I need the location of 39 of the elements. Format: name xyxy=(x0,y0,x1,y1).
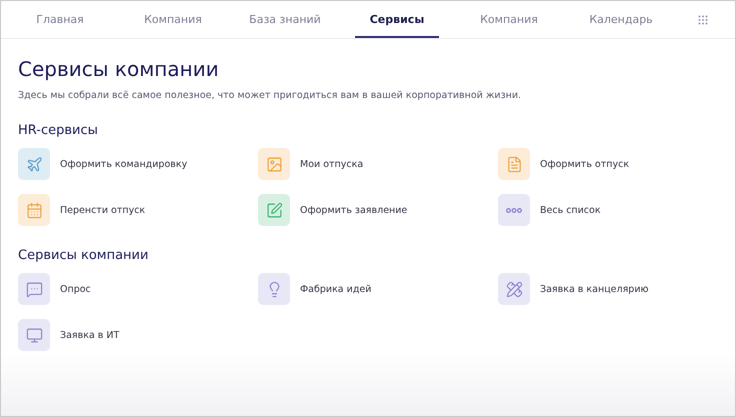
nav-tab[interactable]: Сервисы xyxy=(355,1,439,38)
service-link[interactable]: Заявка в ИТ xyxy=(60,330,120,340)
dots-icon xyxy=(506,208,522,212)
calendar-icon xyxy=(26,202,42,218)
service-tile[interactable] xyxy=(498,273,530,305)
service-tile[interactable] xyxy=(18,273,50,305)
nav-tab[interactable]: Календарь xyxy=(565,1,677,38)
monitor-icon xyxy=(26,326,42,344)
service-link[interactable]: Мои отпуска xyxy=(300,158,364,170)
service-tile[interactable] xyxy=(498,148,530,180)
service-link[interactable]: Опрос xyxy=(60,284,91,294)
section-title: Сервисы компании xyxy=(18,248,150,263)
nav-tab[interactable]: Главная xyxy=(3,1,117,38)
plane-icon xyxy=(26,156,42,172)
nav-tab[interactable]: База знаний xyxy=(229,1,341,38)
service-tile[interactable] xyxy=(258,194,290,226)
service-link[interactable]: Перенсти отпуск xyxy=(60,204,146,216)
service-tile[interactable] xyxy=(498,194,530,226)
service-tile[interactable] xyxy=(258,273,290,305)
service-link[interactable]: Оформить отпуск xyxy=(540,158,630,170)
service-tile[interactable] xyxy=(18,194,50,226)
section-title: HR-сервисы xyxy=(18,123,99,138)
document-icon xyxy=(506,156,522,172)
picture-icon xyxy=(266,156,282,172)
service-tile[interactable] xyxy=(18,319,50,351)
pencil-ruler-icon xyxy=(506,280,522,298)
service-tile[interactable] xyxy=(258,148,290,180)
nav-tab[interactable]: Компания xyxy=(117,1,229,38)
page-title: Сервисы компании xyxy=(18,57,220,81)
service-link[interactable]: Фабрика идей xyxy=(300,284,372,294)
service-link[interactable]: Оформить командировку xyxy=(60,158,188,170)
service-link[interactable]: Весь список xyxy=(540,204,601,216)
page-subtitle: Здесь мы собрали всё самое полезное, что может пригодиться вам в вашей корпоративной жизни. xyxy=(18,90,522,101)
chat-icon xyxy=(26,280,42,298)
nav-tab[interactable]: Компания xyxy=(453,1,565,38)
pencil-square-icon xyxy=(266,202,282,218)
service-link[interactable]: Оформить заявление xyxy=(300,204,408,216)
service-link[interactable]: Заявка в канцелярию xyxy=(540,284,648,294)
service-tile[interactable] xyxy=(18,148,50,180)
